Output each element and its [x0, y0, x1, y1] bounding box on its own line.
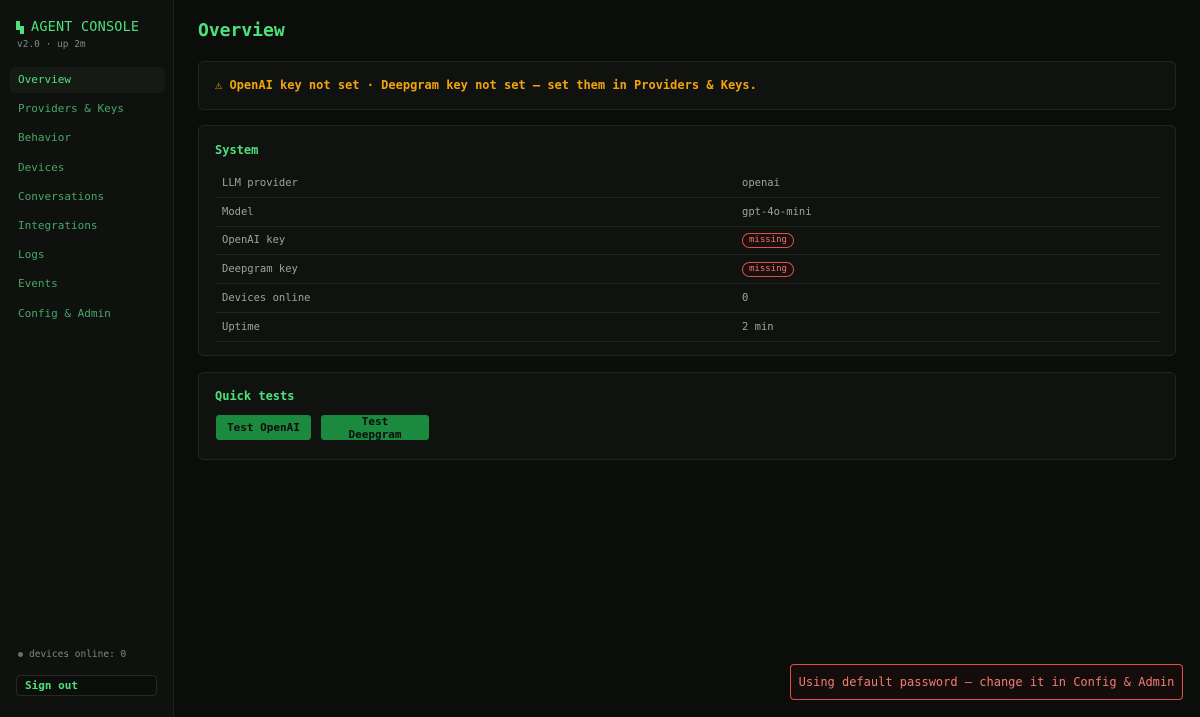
version-info: v2.0 · up 2m	[17, 39, 86, 50]
table-row: Uptime 2 min	[216, 312, 1160, 342]
table-row: OpenAI key missing	[216, 226, 1160, 256]
row-value: 2 min	[736, 312, 1160, 342]
devices-online-text: devices online: 0	[29, 649, 127, 660]
quick-tests-card: Quick tests Test OpenAI Test Deepgram	[198, 372, 1176, 460]
sidebar-item-devices[interactable]: Devices	[10, 155, 165, 181]
status-dot-icon	[18, 652, 23, 657]
warning-banner: ⚠ OpenAI key not set · Deepgram key not …	[198, 61, 1176, 110]
row-value: missing	[736, 226, 1160, 256]
quick-tests-title: Quick tests	[215, 389, 295, 403]
sidebar: AGENT CONSOLE v2.0 · up 2m Overview Prov…	[0, 0, 174, 717]
table-row: Devices online 0	[216, 283, 1160, 313]
system-table: LLM provider openai Model gpt-4o-mini Op…	[216, 169, 1160, 342]
sidebar-item-providers-keys[interactable]: Providers & Keys	[10, 96, 165, 122]
row-key: Uptime	[216, 312, 736, 342]
row-key: OpenAI key	[216, 226, 736, 256]
sidebar-item-integrations[interactable]: Integrations	[10, 213, 165, 239]
row-key: LLM provider	[216, 169, 736, 198]
sidebar-item-overview[interactable]: Overview	[10, 67, 165, 93]
row-key: Model	[216, 197, 736, 227]
app-title: AGENT CONSOLE	[31, 19, 140, 35]
row-value: missing	[736, 254, 1160, 285]
sidebar-item-events[interactable]: Events	[10, 271, 165, 297]
page-title: Overview	[198, 20, 285, 41]
status-badge: missing	[742, 232, 794, 248]
table-row: LLM provider openai	[216, 169, 1160, 198]
status-badge: missing	[742, 261, 794, 277]
table-row: Model gpt-4o-mini	[216, 197, 1160, 227]
sidebar-item-behavior[interactable]: Behavior	[10, 125, 165, 151]
table-row: Deepgram key missing	[216, 254, 1160, 285]
sign-out-button[interactable]: Sign out	[16, 675, 157, 696]
sidebar-nav: Overview Providers & Keys Behavior Devic…	[10, 67, 165, 330]
logo-icon	[16, 20, 25, 34]
row-value: openai	[736, 169, 1160, 198]
sidebar-item-logs[interactable]: Logs	[10, 242, 165, 268]
default-password-toast: Using default password — change it in Co…	[790, 664, 1183, 700]
row-value: gpt-4o-mini	[736, 197, 1160, 227]
system-card: System LLM provider openai Model gpt-4o-…	[198, 125, 1176, 356]
test-deepgram-button[interactable]: Test Deepgram	[321, 415, 429, 441]
row-value: 0	[736, 283, 1160, 313]
brand: AGENT CONSOLE	[16, 19, 139, 35]
test-openai-button[interactable]: Test OpenAI	[216, 415, 311, 440]
devices-online-status: devices online: 0	[18, 649, 126, 660]
row-key: Deepgram key	[216, 254, 736, 285]
system-card-title: System	[215, 143, 259, 157]
sidebar-item-conversations[interactable]: Conversations	[10, 184, 165, 210]
app-root: AGENT CONSOLE v2.0 · up 2m Overview Prov…	[0, 0, 1200, 717]
row-key: Devices online	[216, 283, 736, 313]
sidebar-item-config-admin[interactable]: Config & Admin	[10, 301, 165, 327]
warning-text: ⚠ OpenAI key not set · Deepgram key not …	[215, 78, 757, 92]
